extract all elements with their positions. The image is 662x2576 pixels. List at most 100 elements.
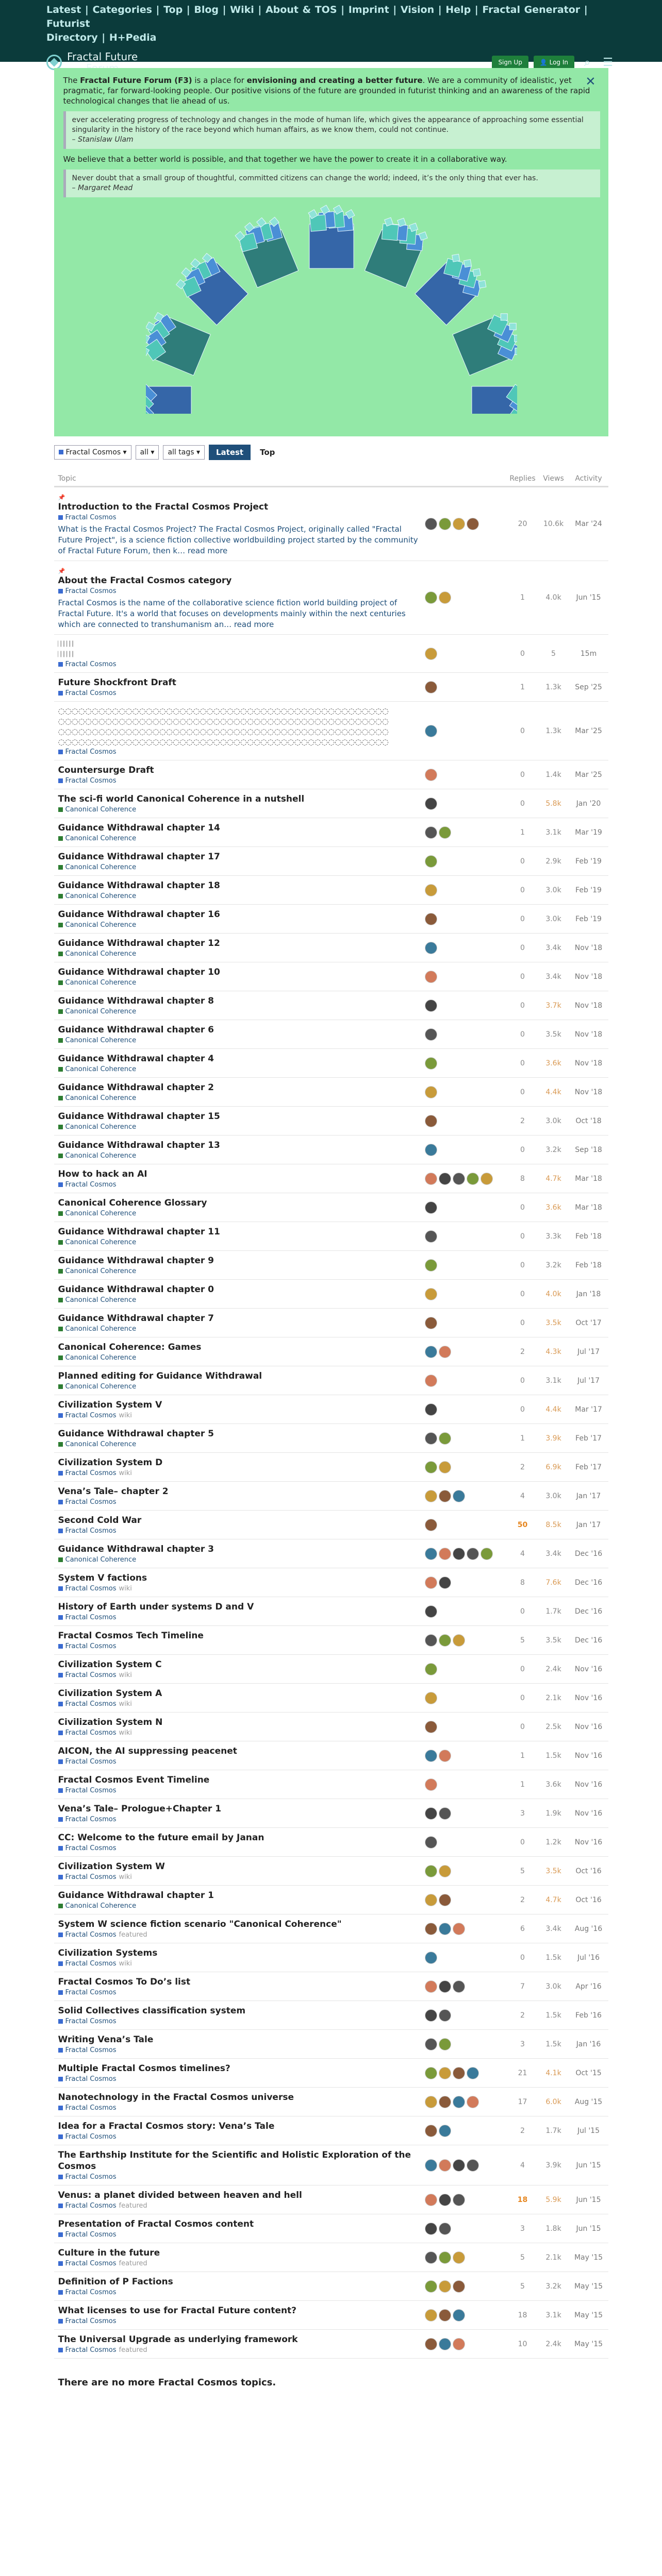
avatar[interactable] bbox=[452, 2193, 465, 2206]
activity-time[interactable]: Nov '16 bbox=[569, 1723, 608, 1731]
tag-wiki[interactable]: wiki bbox=[119, 1585, 132, 1592]
topic-row[interactable]: 𝄀 𝄀𝄀 𝄀𝄀 𝄀𝄀 𝄀𝄀 𝄀𝄀 𝄀 𝄀𝄀 𝄀𝄀 𝄀𝄀 𝄀𝄀 𝄀𝄀 Fractal… bbox=[54, 635, 608, 673]
topic-category[interactable]: Fractal Cosmos featured bbox=[58, 1931, 421, 1939]
topic-title[interactable]: Civilization System V bbox=[58, 1399, 421, 1411]
close-icon[interactable]: ✕ bbox=[585, 74, 595, 89]
topic-title[interactable]: Fractal Cosmos To Do’s list bbox=[58, 1976, 421, 1988]
reply-count[interactable]: 0 bbox=[507, 944, 538, 952]
reply-count[interactable]: 0 bbox=[507, 1059, 538, 1067]
topic-category[interactable]: Canonical Coherence bbox=[58, 921, 421, 929]
avatar[interactable] bbox=[424, 768, 437, 781]
avatar[interactable] bbox=[424, 2038, 437, 2050]
avatar[interactable] bbox=[424, 826, 437, 839]
reply-count[interactable]: 2 bbox=[507, 1348, 538, 1356]
avatar[interactable] bbox=[424, 1201, 437, 1214]
tag-wiki[interactable]: wiki bbox=[119, 1960, 132, 1968]
avatar[interactable] bbox=[466, 2159, 479, 2172]
topic-category[interactable]: Canonical Coherence bbox=[58, 1065, 421, 1073]
avatar[interactable] bbox=[438, 1172, 451, 1185]
topic-category[interactable]: Canonical Coherence bbox=[58, 1008, 421, 1015]
topic-category[interactable]: Fractal Cosmos bbox=[58, 1527, 421, 1535]
topic-title[interactable]: Guidance Withdrawal chapter 7 bbox=[58, 1313, 421, 1324]
topic-category[interactable]: Canonical Coherence bbox=[58, 1440, 421, 1448]
topic-row[interactable]: Fractal Cosmos Tech Timeline Fractal Cosm… bbox=[54, 1626, 608, 1655]
avatar[interactable] bbox=[424, 1807, 437, 1820]
reply-count[interactable]: 10 bbox=[507, 2340, 538, 2348]
reply-count[interactable]: 2 bbox=[507, 1117, 538, 1125]
avatar[interactable] bbox=[452, 2159, 465, 2172]
reply-count[interactable]: 5 bbox=[507, 2282, 538, 2291]
log-in-button[interactable]: 👤 Log In bbox=[533, 56, 574, 69]
topic-title[interactable]: Guidance Withdrawal chapter 6 bbox=[58, 1024, 421, 1036]
avatar[interactable] bbox=[466, 518, 479, 530]
topic-category[interactable]: Fractal Cosmos bbox=[58, 1614, 421, 1621]
topic-category[interactable]: Fractal Cosmos bbox=[58, 587, 421, 595]
reply-count[interactable]: 4 bbox=[507, 1550, 538, 1558]
reply-count[interactable]: 0 bbox=[507, 1954, 538, 1962]
topic-row[interactable]: Canonical Coherence Glossary Canonical Co… bbox=[54, 1193, 608, 1222]
topic-title[interactable]: System W science fiction scenario "Canon… bbox=[58, 1919, 421, 1930]
reply-count[interactable]: 1 bbox=[507, 1752, 538, 1760]
topic-row[interactable]: Guidance Withdrawal chapter 5 Canonical C… bbox=[54, 1424, 608, 1453]
avatar[interactable] bbox=[424, 2337, 437, 2350]
topic-title[interactable]: Guidance Withdrawal chapter 16 bbox=[58, 909, 421, 920]
topic-title[interactable]: Planned editing for Guidance Withdrawal bbox=[58, 1370, 421, 1382]
avatar[interactable] bbox=[438, 2251, 451, 2264]
activity-time[interactable]: May '15 bbox=[569, 2282, 608, 2291]
topic-category[interactable]: Fractal Cosmos bbox=[58, 2046, 421, 2054]
reply-count[interactable]: 0 bbox=[507, 915, 538, 923]
topic-row[interactable]: Guidance Withdrawal chapter 12 Canonical … bbox=[54, 934, 608, 962]
tag-wiki[interactable]: wiki bbox=[119, 1873, 132, 1881]
topic-category[interactable]: Canonical Coherence bbox=[58, 1267, 421, 1275]
topic-row[interactable]: What licenses to use for Fractal Future … bbox=[54, 2301, 608, 2330]
topic-title[interactable]: Guidance Withdrawal chapter 13 bbox=[58, 1140, 421, 1151]
topic-title[interactable]: ◌◌◌◌◌◌◌◌◌◌◌◌◌◌◌◌◌◌◌◌◌◌◌◌◌◌◌◌◌◌◌◌◌◌◌◌◌◌◌◌… bbox=[58, 706, 421, 747]
topic-row[interactable]: The Earthship Institute for the Scientif… bbox=[54, 2145, 608, 2185]
avatar[interactable] bbox=[424, 1287, 437, 1300]
activity-time[interactable]: Feb '18 bbox=[569, 1232, 608, 1241]
topic-row[interactable]: Fractal Cosmos To Do’s list Fractal Cosmo… bbox=[54, 1972, 608, 2001]
topic-category[interactable]: Fractal Cosmos bbox=[58, 689, 421, 697]
topic-row[interactable]: Future Shockfront Draft Fractal Cosmos 1 1.… bbox=[54, 673, 608, 702]
avatar[interactable] bbox=[452, 2095, 465, 2108]
avatar[interactable] bbox=[438, 1922, 451, 1935]
reply-count[interactable]: 18 bbox=[507, 2196, 538, 2204]
topic-title[interactable]: Venus: a planet divided between heaven a… bbox=[58, 2190, 421, 2201]
activity-time[interactable]: Dec '16 bbox=[569, 1550, 608, 1558]
topic-title[interactable]: History of Earth under systems D and V bbox=[58, 1601, 421, 1613]
topic-row[interactable]: AICON, the AI suppressing peacenet Fracta… bbox=[54, 1741, 608, 1770]
reply-count[interactable]: 6 bbox=[507, 1925, 538, 1933]
tags-dropdown[interactable]: all tags ▾ bbox=[163, 445, 205, 460]
avatar[interactable] bbox=[452, 2309, 465, 2321]
topic-category[interactable]: Fractal Cosmos bbox=[58, 2133, 421, 2141]
reply-count[interactable]: 1 bbox=[507, 594, 538, 602]
avatar[interactable] bbox=[424, 884, 437, 896]
avatar[interactable] bbox=[424, 1576, 437, 1589]
activity-time[interactable]: May '15 bbox=[569, 2340, 608, 2348]
avatar[interactable] bbox=[438, 1865, 451, 1877]
topic-category[interactable]: Fractal Cosmos bbox=[58, 1989, 421, 1996]
topic-title[interactable]: Guidance Withdrawal chapter 3 bbox=[58, 1544, 421, 1555]
topic-title[interactable]: Presentation of Fractal Cosmos content bbox=[58, 2218, 421, 2230]
activity-time[interactable]: Mar '18 bbox=[569, 1175, 608, 1183]
topic-category[interactable]: Fractal Cosmos bbox=[58, 660, 421, 668]
topic-row[interactable]: Guidance Withdrawal chapter 13 Canonical … bbox=[54, 1136, 608, 1164]
topic-row[interactable]: Guidance Withdrawal chapter 11 Canonical … bbox=[54, 1222, 608, 1251]
topic-row[interactable]: Guidance Withdrawal chapter 17 Canonical … bbox=[54, 847, 608, 876]
topic-category[interactable]: Fractal Cosmos bbox=[58, 1642, 421, 1650]
topic-title[interactable]: Introduction to the Fractal Cosmos Proje… bbox=[58, 501, 421, 513]
avatar[interactable] bbox=[424, 2280, 437, 2293]
topic-title[interactable]: Civilization System C bbox=[58, 1659, 421, 1670]
avatar[interactable] bbox=[424, 1605, 437, 1618]
topic-title[interactable]: Future Shockfront Draft bbox=[58, 677, 421, 688]
avatar[interactable] bbox=[452, 2337, 465, 2350]
avatar[interactable] bbox=[424, 1316, 437, 1329]
topic-title[interactable]: Guidance Withdrawal chapter 12 bbox=[58, 938, 421, 949]
topic-category[interactable]: Canonical Coherence bbox=[58, 1210, 421, 1217]
sign-up-button[interactable]: Sign Up bbox=[492, 56, 528, 69]
reply-count[interactable]: 2 bbox=[507, 1896, 538, 1904]
topic-title[interactable]: Guidance Withdrawal chapter 4 bbox=[58, 1053, 421, 1064]
topic-category[interactable]: Canonical Coherence bbox=[58, 1383, 421, 1391]
topic-category[interactable]: Fractal Cosmos featured bbox=[58, 2202, 421, 2210]
topic-category[interactable]: Fractal Cosmos featured bbox=[58, 2346, 421, 2354]
